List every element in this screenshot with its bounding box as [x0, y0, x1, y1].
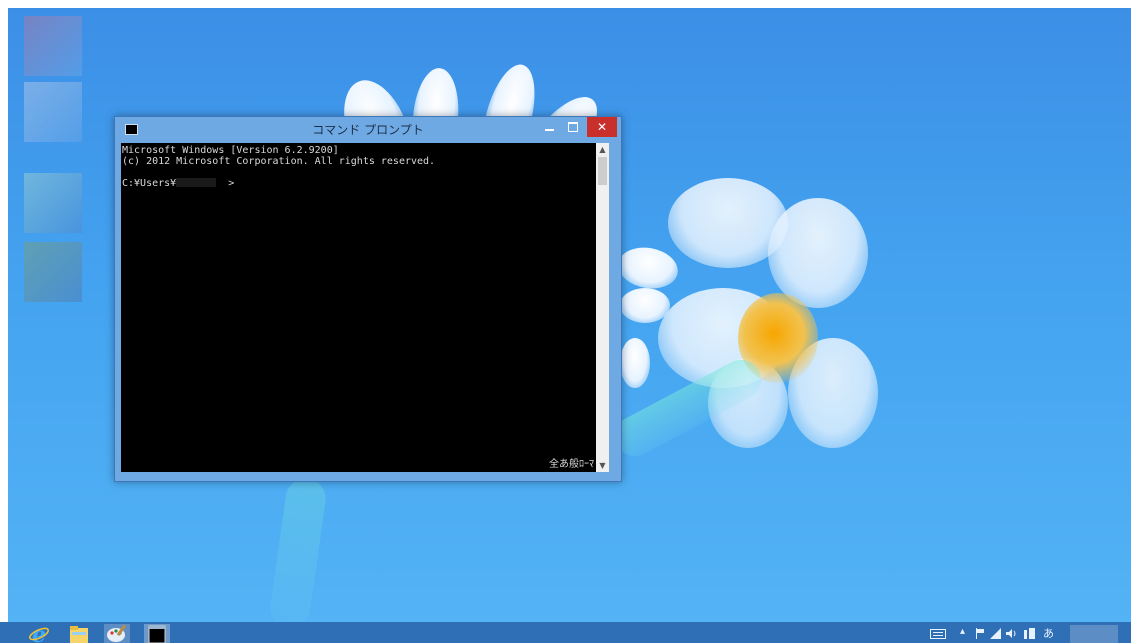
minimize-button[interactable]: [537, 117, 561, 137]
scroll-up-icon[interactable]: ▲: [596, 143, 609, 156]
vertical-scrollbar[interactable]: ▲ ▼: [596, 143, 609, 472]
screen: コマンド プロンプト ✕ Microsoft Windows [Version …: [0, 0, 1131, 643]
action-center-flag-icon[interactable]: [975, 628, 985, 639]
console-prompt-prefix: C:¥Users¥: [122, 178, 177, 189]
console-line-version: Microsoft Windows [Version 6.2.9200]: [122, 145, 339, 156]
ime-mode-indicator[interactable]: あ: [1043, 625, 1054, 641]
maximize-icon: [568, 122, 578, 132]
console-text: Microsoft Windows [Version 6.2.9200] (c)…: [121, 143, 596, 189]
taskbar: e ▴ あ: [0, 622, 1131, 643]
scroll-down-icon[interactable]: ▼: [596, 459, 609, 472]
minimize-icon: [544, 129, 554, 131]
wallpaper-petal: [620, 338, 650, 388]
taskbar-paint[interactable]: [104, 624, 130, 643]
clock-area[interactable]: [1070, 625, 1118, 643]
redacted-username: [176, 178, 217, 187]
command-prompt-icon: [148, 625, 166, 643]
console-output[interactable]: Microsoft Windows [Version 6.2.9200] (c)…: [121, 143, 596, 472]
desktop-icon[interactable]: [24, 82, 82, 142]
taskbar-internet-explorer[interactable]: e: [26, 624, 52, 643]
desktop-icon[interactable]: [24, 242, 82, 302]
file-explorer-icon: [70, 626, 88, 643]
paint-icon: [107, 624, 127, 642]
internet-explorer-icon: e: [29, 624, 49, 643]
volume-icon[interactable]: [1006, 628, 1018, 639]
console-line-copyright: (c) 2012 Microsoft Corporation. All righ…: [122, 156, 436, 167]
taskbar-command-prompt[interactable]: [144, 624, 170, 643]
close-icon: ✕: [596, 120, 608, 134]
network-icon[interactable]: [990, 628, 1001, 639]
wallpaper-stem: [267, 475, 329, 622]
close-button[interactable]: ✕: [587, 117, 617, 137]
window-titlebar[interactable]: コマンド プロンプト ✕: [115, 117, 621, 141]
wallpaper-petal: [614, 243, 682, 293]
desktop-icon[interactable]: [24, 16, 82, 76]
desktop-icon[interactable]: [24, 173, 82, 233]
ime-status-indicator: 全あ般ﾛｰﾏ: [549, 459, 594, 470]
console-prompt-suffix: >: [228, 178, 235, 189]
show-hidden-icons-icon[interactable]: ▴: [960, 626, 965, 637]
wallpaper-petal: [768, 198, 868, 308]
scrollbar-thumb[interactable]: [598, 157, 607, 185]
touch-keyboard-icon[interactable]: [930, 629, 946, 639]
command-prompt-window[interactable]: コマンド プロンプト ✕ Microsoft Windows [Version …: [114, 116, 622, 482]
maximize-button[interactable]: [561, 117, 585, 137]
ime-pad-icon[interactable]: [1024, 628, 1036, 639]
taskbar-file-explorer[interactable]: [66, 624, 92, 643]
